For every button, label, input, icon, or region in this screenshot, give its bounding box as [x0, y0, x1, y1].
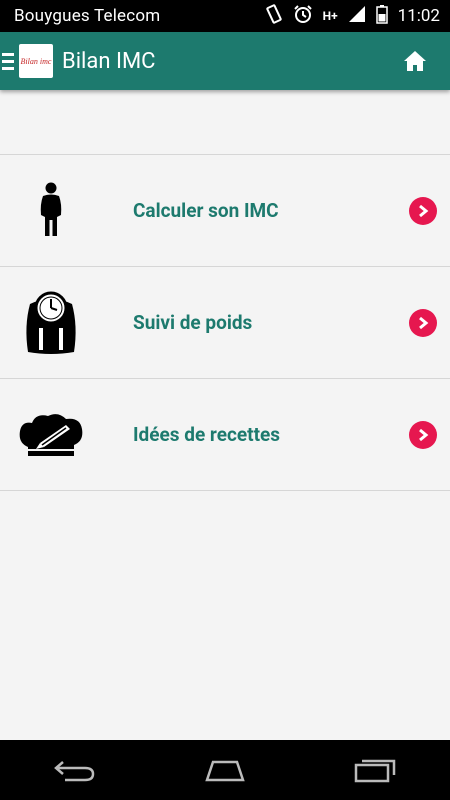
hamburger-menu-icon[interactable]: [2, 52, 14, 70]
home-nav-button[interactable]: [195, 750, 255, 790]
menu-item-suivi-poids[interactable]: Suivi de poids: [0, 266, 450, 378]
person-icon: [16, 176, 86, 246]
alarm-icon: [293, 4, 313, 28]
scale-icon: [16, 288, 86, 358]
chevron-right-icon[interactable]: [409, 196, 437, 225]
navigation-bar: [0, 740, 450, 800]
menu-item-calculer-imc[interactable]: Calculer son IMC: [0, 154, 450, 266]
carrier-name: Bouygues Telecom: [14, 6, 161, 26]
network-type: H+: [322, 9, 338, 23]
app-bar: Bilan imc Bilan IMC: [0, 32, 450, 90]
signal-icon: [348, 5, 366, 27]
status-bar: Bouygues Telecom H+ 11:02: [0, 0, 450, 32]
recents-button[interactable]: [345, 750, 405, 790]
recents-icon: [354, 759, 396, 783]
app-logo[interactable]: Bilan imc: [19, 44, 53, 78]
chef-hat-icon: [16, 400, 86, 470]
home-icon: [404, 51, 426, 71]
menu-item-idees-recettes[interactable]: Idées de recettes: [0, 378, 450, 491]
back-button[interactable]: [45, 750, 105, 790]
status-icons: H+ 11:02: [265, 4, 440, 28]
battery-icon: [375, 4, 388, 28]
back-icon: [54, 761, 95, 782]
logo-text: Bilan imc: [20, 56, 52, 66]
menu-item-label: Idées de recettes: [133, 423, 281, 446]
chevron-right-icon[interactable]: [409, 308, 437, 337]
home-outline-icon: [205, 760, 245, 782]
menu-item-label: Calculer son IMC: [133, 199, 279, 222]
home-button[interactable]: [402, 48, 428, 74]
clock: 11:02: [397, 6, 440, 26]
vibrate-icon: [265, 4, 283, 28]
app-title: Bilan IMC: [62, 48, 156, 74]
menu-item-label: Suivi de poids: [133, 311, 253, 334]
chevron-right-icon[interactable]: [409, 420, 437, 449]
main-menu: Calculer son IMC Suivi de poids Idées de…: [0, 154, 450, 491]
